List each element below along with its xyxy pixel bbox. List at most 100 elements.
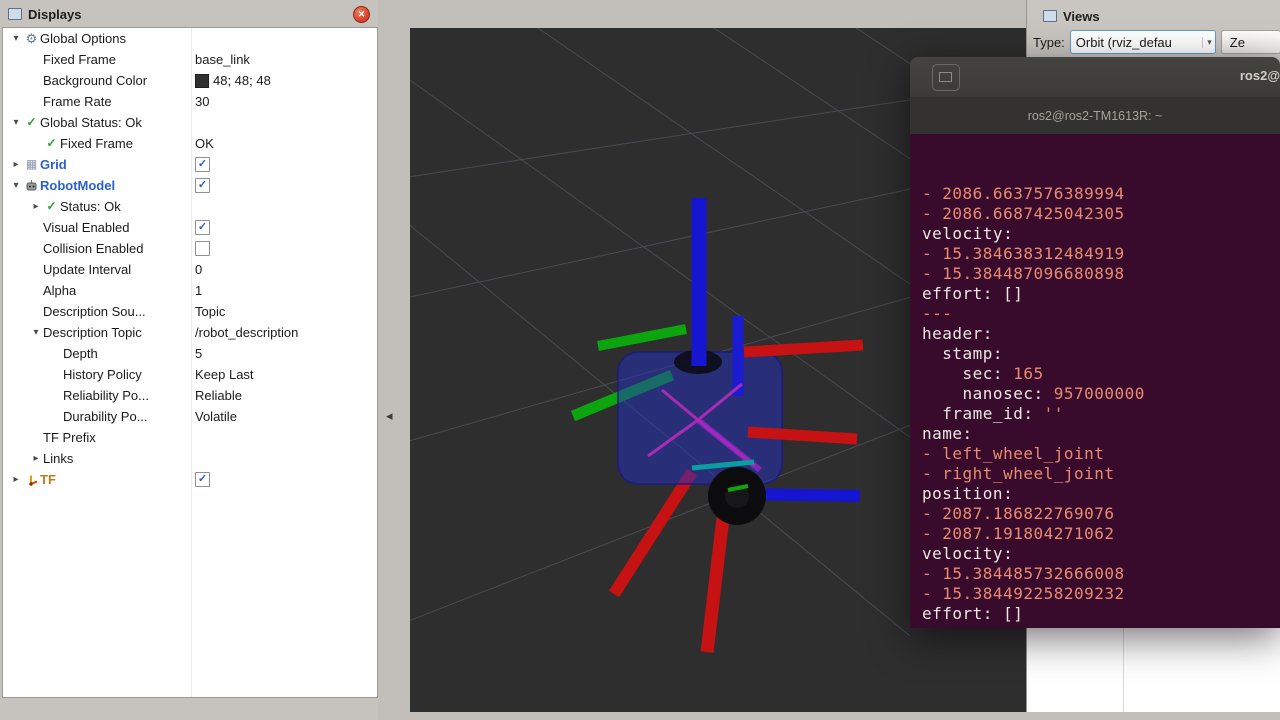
terminal-titlebar[interactable]: ros2@ — [910, 57, 1280, 97]
display-label: Links — [43, 448, 73, 469]
expander-closed-icon[interactable]: ▸ — [29, 448, 43, 469]
terminal-line: velocity: — [922, 224, 1280, 244]
display-row[interactable]: Visual Enabled ✓ — [3, 217, 377, 238]
checkbox-checked[interactable]: ✓ — [195, 472, 210, 487]
display-label: Visual Enabled — [43, 217, 130, 238]
display-value-text: /robot_description — [195, 322, 298, 343]
terminal-line: frame_id: '' — [922, 404, 1280, 424]
terminal-tab[interactable]: ros2@ros2-TM1613R: ~ — [1028, 109, 1163, 123]
expander-closed-icon[interactable]: ▸ — [9, 154, 23, 175]
expander-closed-icon[interactable]: ▸ — [9, 469, 23, 490]
display-value[interactable]: Keep Last — [195, 364, 254, 385]
display-value[interactable]: 30 — [195, 91, 209, 112]
display-label: Fixed Frame — [60, 133, 133, 154]
terminal-line: - 15.384487096680898 — [922, 264, 1280, 284]
display-value[interactable]: ✓ — [195, 175, 210, 196]
display-row[interactable]: ▸Links — [3, 448, 377, 469]
tf-axis-red — [748, 432, 857, 439]
display-row[interactable]: Durability Po... Volatile — [3, 406, 377, 427]
checkbox-checked[interactable]: ✓ — [195, 157, 210, 172]
display-value[interactable]: base_link — [195, 49, 250, 70]
expander-open-icon[interactable]: ▾ — [9, 28, 23, 49]
terminal-line: effort: [] — [922, 284, 1280, 304]
display-row[interactable]: ▸▦Grid✓ — [3, 154, 377, 175]
display-row[interactable]: ▸ TF ✓ — [3, 469, 377, 490]
display-value[interactable] — [195, 238, 210, 259]
display-value[interactable]: Volatile — [195, 406, 237, 427]
display-value[interactable]: 0 — [195, 259, 202, 280]
check-icon: ✓ — [43, 196, 60, 217]
type-label: Type: — [1033, 35, 1065, 50]
expander-open-icon[interactable]: ▾ — [29, 322, 43, 343]
display-row[interactable]: Reliability Po... Reliable — [3, 385, 377, 406]
display-row[interactable]: Depth 5 — [3, 343, 377, 364]
display-value[interactable]: Topic — [195, 301, 225, 322]
robot-model — [573, 198, 863, 652]
display-label: Global Options — [40, 28, 126, 49]
display-row[interactable]: ▾RobotModel✓ — [3, 175, 377, 196]
displays-panel: Displays ✕ ▾⚙Global OptionsFixed Frameba… — [0, 0, 378, 720]
expander-open-icon[interactable]: ▾ — [9, 175, 23, 196]
display-row[interactable]: Update Interval0 — [3, 259, 377, 280]
display-row[interactable]: History Policy Keep Last — [3, 364, 377, 385]
terminal-line: --- — [922, 304, 1280, 324]
expander-open-icon[interactable]: ▾ — [9, 112, 23, 133]
terminal-line: sec: 165 — [922, 364, 1280, 384]
zero-button[interactable]: Ze — [1221, 30, 1280, 54]
view-type-value: Orbit (rviz_defau — [1076, 35, 1202, 50]
checkbox-checked[interactable]: ✓ — [195, 178, 210, 193]
terminal-line: effort: [] — [922, 604, 1280, 624]
display-row[interactable]: Fixed Framebase_link — [3, 49, 377, 70]
terminal-body[interactable]: - 2086.6637576389994- 2086.6687425042305… — [910, 134, 1280, 628]
views-titlebar[interactable]: Views — [1027, 4, 1280, 28]
display-label: Reliability Po... — [63, 385, 149, 406]
views-panel-title: Views — [1063, 9, 1100, 24]
display-row[interactable]: ▾✓Global Status: Ok — [3, 112, 377, 133]
display-row[interactable]: ▾Description Topic/robot_description — [3, 322, 377, 343]
display-label: History Policy — [63, 364, 142, 385]
display-value[interactable]: ✓ — [195, 217, 210, 238]
display-label: TF Prefix — [43, 427, 96, 448]
close-button[interactable]: ✕ — [353, 6, 370, 23]
checkbox-checked[interactable]: ✓ — [195, 220, 210, 235]
display-value[interactable]: 48; 48; 48 — [195, 70, 271, 91]
terminal-line: - 2087.186822769076 — [922, 504, 1280, 524]
expander-closed-icon[interactable]: ▸ — [29, 196, 43, 217]
check-icon: ✓ — [23, 112, 40, 133]
display-row[interactable]: Background Color 48; 48; 48 — [3, 70, 377, 91]
terminal-line: - 15.384485732666008 — [922, 564, 1280, 584]
display-value[interactable]: Reliable — [195, 385, 242, 406]
display-value[interactable]: 5 — [195, 343, 202, 364]
color-swatch — [195, 74, 209, 88]
view-type-select[interactable]: Orbit (rviz_defau ▾ — [1070, 30, 1216, 54]
display-value[interactable]: ✓ — [195, 154, 210, 175]
display-label: Description Topic — [43, 322, 142, 343]
new-window-icon[interactable] — [932, 64, 960, 91]
terminal-line: name: — [922, 424, 1280, 444]
display-row[interactable]: ▾⚙Global Options — [3, 28, 377, 49]
checkbox-unchecked[interactable] — [195, 241, 210, 256]
robot-icon — [23, 175, 40, 196]
display-value[interactable]: OK — [195, 133, 214, 154]
display-row[interactable]: ✓Fixed FrameOK — [3, 133, 377, 154]
display-row[interactable]: TF Prefix — [3, 427, 377, 448]
display-label: Global Status: Ok — [40, 112, 142, 133]
terminal-line: velocity: — [922, 544, 1280, 564]
display-value[interactable]: ✓ — [195, 469, 210, 490]
display-row[interactable]: Frame Rate30 — [3, 91, 377, 112]
display-value[interactable]: /robot_description — [195, 322, 298, 343]
display-row[interactable]: ▸✓Status: Ok — [3, 196, 377, 217]
displays-titlebar[interactable]: Displays ✕ — [2, 2, 376, 26]
display-row[interactable]: Alpha 1 — [3, 280, 377, 301]
display-label: Durability Po... — [63, 406, 148, 427]
display-row[interactable]: Description Sou...Topic — [3, 301, 377, 322]
display-label: TF — [40, 469, 56, 490]
display-label: Depth — [63, 343, 98, 364]
terminal-window: ros2@ ros2@ros2-TM1613R: ~ - 2086.663757… — [910, 57, 1280, 628]
display-row[interactable]: Collision Enabled — [3, 238, 377, 259]
terminal-line: - right_wheel_joint — [922, 464, 1280, 484]
display-label: Alpha — [43, 280, 76, 301]
display-label: Background Color — [43, 70, 147, 91]
splitter-collapse-icon[interactable]: ◂ — [386, 408, 393, 424]
display-value[interactable]: 1 — [195, 280, 202, 301]
